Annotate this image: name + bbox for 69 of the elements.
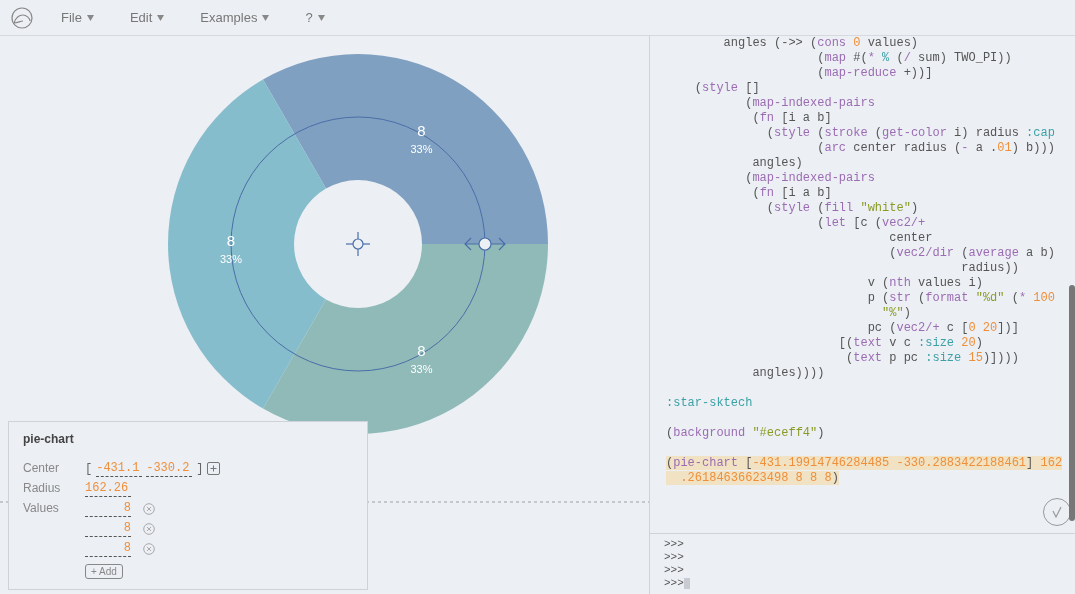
code-line: (let [c (vec2/+ <box>816 216 926 231</box>
panel-title: pie-chart <box>23 432 75 446</box>
code-line: (map-indexed-pairs <box>744 96 875 111</box>
code-line: v (nth values i) <box>866 276 983 291</box>
number-field[interactable]: 162.26 <box>85 480 131 497</box>
repl-prompt: >>> <box>664 564 684 577</box>
code-line: [(text v c :size 20) <box>837 336 983 351</box>
code-line: (map #(* % (/ sum) TWO_PI)) <box>816 51 1012 66</box>
code-line: (style [] <box>693 81 760 96</box>
remove-icon[interactable] <box>143 502 155 515</box>
code-line: angles (->> (cons 0 values) <box>722 36 919 51</box>
code-line: (text p pc :size 15)]))) <box>845 351 1019 366</box>
caret-icon <box>86 14 94 21</box>
number-field[interactable]: -431.1 <box>96 460 143 477</box>
field-label: Values <box>23 500 60 516</box>
bracket: ] <box>196 461 204 476</box>
code-line: (fn [i a b] <box>751 186 832 201</box>
code-line: (arc center radius (- a .01) b))) <box>816 141 1055 156</box>
field-label: Center <box>23 460 61 476</box>
code-line: (fn [i a b] <box>751 111 832 126</box>
repl-prompt: >>> <box>664 538 684 551</box>
number-field[interactable]: -330.2 <box>146 460 193 477</box>
repl-console[interactable]: >>> >>> >>> >>> <box>650 533 1075 594</box>
plus-icon[interactable] <box>207 462 221 475</box>
menu-item[interactable]: Examples <box>200 10 270 25</box>
crosshair-icon[interactable] <box>345 231 371 257</box>
remove-icon[interactable] <box>143 522 155 535</box>
menu-item[interactable]: File <box>61 10 94 25</box>
text-cursor <box>683 578 690 589</box>
number-field[interactable]: 8 <box>85 500 131 517</box>
field-label: Radius <box>23 480 62 496</box>
code-line: (style (fill "white") <box>765 201 919 216</box>
check-icon <box>1051 506 1063 518</box>
remove-icon[interactable] <box>143 542 155 555</box>
menu-item[interactable]: ? <box>305 10 325 25</box>
repl-prompt: >>> <box>664 577 684 590</box>
add-button[interactable]: + Add <box>85 564 123 579</box>
slice-value: 8 <box>226 232 236 249</box>
code-line: (pie-chart [-431.19914746284485 -330.2883422188461] 162 <box>666 456 1063 471</box>
code-line: center <box>888 231 933 246</box>
caret-icon <box>157 14 165 21</box>
repl-prompt: >>> <box>664 551 684 564</box>
slice-value: 8 <box>417 122 426 139</box>
scrollbar[interactable] <box>1069 285 1075 521</box>
number-field[interactable]: 8 <box>85 540 131 557</box>
menu-item[interactable]: Edit <box>129 10 165 25</box>
number-field[interactable]: 8 <box>85 520 131 537</box>
code-line: :star-sktech <box>666 396 753 411</box>
code-line: p (str (format "%d" (* 100 <box>866 291 1055 306</box>
code-line: (map-indexed-pairs <box>744 171 875 186</box>
code-line: "%") <box>881 306 911 321</box>
code-line: (background "#eceff4") <box>666 426 825 441</box>
caret-icon <box>262 14 270 21</box>
code-line: angles) <box>751 156 803 171</box>
bracket: [ <box>85 461 93 476</box>
code-line: radius)) <box>960 261 1019 276</box>
code-line: pc (vec2/+ c [0 20])] <box>866 321 1019 336</box>
slice-percent: 33% <box>220 253 242 265</box>
slice-value: 8 <box>417 342 426 359</box>
slice-percent: 33% <box>410 143 433 155</box>
code-line: (vec2/dir (average a b) <box>888 246 1055 261</box>
slice-percent: 33% <box>410 363 433 375</box>
code-line: (map-reduce +))] <box>816 66 933 81</box>
code-line: .26184636623498 8 8 8) <box>666 471 839 486</box>
code-line: (style (stroke (get-color i) radius :cap <box>765 126 1055 141</box>
caret-icon <box>317 14 325 21</box>
resize-handle[interactable] <box>464 237 506 251</box>
code-line: angles)))) <box>751 366 825 381</box>
logo-icon[interactable] <box>11 6 33 29</box>
